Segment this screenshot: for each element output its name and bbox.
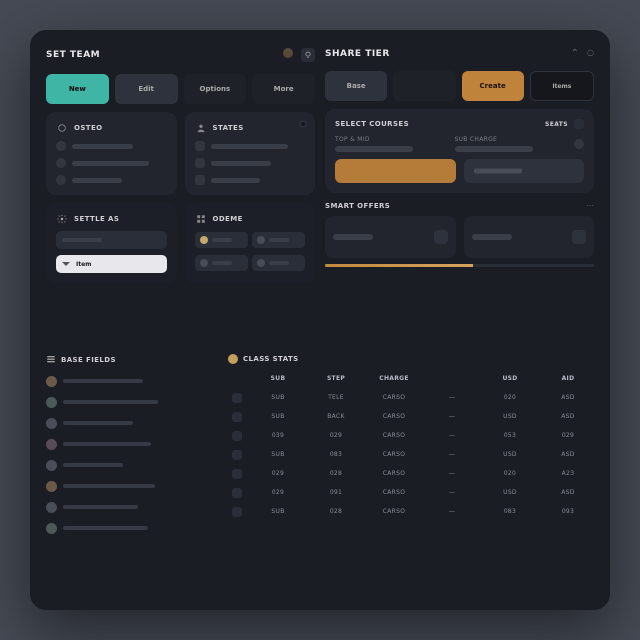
list-item[interactable] bbox=[56, 175, 167, 185]
bulb-icon[interactable] bbox=[301, 48, 315, 62]
chip-item[interactable] bbox=[195, 255, 248, 271]
list-item[interactable] bbox=[46, 458, 216, 473]
right-header: SHARE TIER ⌃ ○ bbox=[325, 48, 594, 59]
select-option[interactable] bbox=[56, 231, 167, 249]
card-settle-title: SETTLE AS bbox=[74, 215, 119, 223]
offer-card[interactable] bbox=[464, 216, 595, 258]
list-item[interactable] bbox=[46, 479, 216, 494]
card-states-title: STATES bbox=[213, 124, 244, 132]
dot-icon bbox=[200, 236, 208, 244]
app-window: SET TEAM New Edit Options More OSTEO bbox=[30, 30, 610, 610]
items-button[interactable]: Items bbox=[530, 71, 594, 101]
kv-sub: SUB CHARGE bbox=[455, 136, 567, 152]
card-courses: SELECT COURSES SEATS TOP & MID SUB CHARG… bbox=[325, 109, 594, 193]
gift-icon bbox=[195, 175, 205, 185]
card-states: STATES bbox=[185, 112, 316, 195]
dot-icon bbox=[228, 354, 238, 364]
secondary-action-button[interactable] bbox=[464, 159, 585, 183]
stats-title: CLASS STATS bbox=[243, 355, 299, 363]
list-item[interactable] bbox=[56, 141, 167, 151]
list-item[interactable] bbox=[46, 500, 216, 515]
left-panel: SET TEAM New Edit Options More OSTEO bbox=[46, 48, 315, 340]
layers-icon bbox=[434, 230, 448, 244]
card-settle: SETTLE AS Item bbox=[46, 203, 177, 283]
options-button[interactable]: Options bbox=[184, 74, 247, 104]
list-item[interactable] bbox=[195, 175, 306, 185]
grid-icon bbox=[195, 213, 207, 225]
list-item[interactable] bbox=[46, 395, 216, 410]
left-header: SET TEAM bbox=[46, 48, 315, 62]
status-dot-icon bbox=[283, 48, 293, 58]
edit-button[interactable]: Edit bbox=[115, 74, 178, 104]
select-option-active[interactable]: Item bbox=[56, 255, 167, 273]
list-item[interactable] bbox=[195, 141, 306, 151]
more-button[interactable]: More bbox=[252, 74, 315, 104]
table-area: BASE FIELDS CLASS STATS SUB STEP CHARGE bbox=[46, 354, 594, 593]
offer-card[interactable] bbox=[325, 216, 456, 258]
courses-title: SELECT COURSES bbox=[335, 120, 409, 128]
chip-item[interactable] bbox=[252, 255, 305, 271]
card-offers: SMART OFFERS ⋯ bbox=[325, 201, 594, 267]
dot-icon bbox=[257, 236, 265, 244]
dot-icon bbox=[574, 139, 584, 149]
chip-item[interactable] bbox=[252, 232, 305, 248]
list-item[interactable] bbox=[46, 521, 216, 536]
offers-title: SMART OFFERS bbox=[325, 202, 390, 210]
circle-icon bbox=[56, 122, 68, 134]
new-button[interactable]: New bbox=[46, 74, 109, 104]
table-row[interactable]: 029091CARSO—USDASD bbox=[228, 485, 594, 501]
card-odeme: ODEME bbox=[185, 203, 316, 283]
right-title: SHARE TIER bbox=[325, 49, 390, 59]
list-item[interactable] bbox=[46, 416, 216, 431]
dot-icon bbox=[257, 259, 265, 267]
circle-outline-icon[interactable]: ○ bbox=[587, 48, 594, 59]
create-button[interactable]: Create bbox=[462, 71, 524, 101]
card-osteo: OSTEO bbox=[46, 112, 177, 195]
table-row[interactable]: 029028CARSO—020A23 bbox=[228, 466, 594, 482]
base-button[interactable]: Base bbox=[325, 71, 387, 101]
list-item[interactable] bbox=[46, 374, 216, 389]
chevron-down-icon bbox=[62, 262, 70, 266]
seats-label: SEATS bbox=[545, 121, 568, 128]
card-osteo-title: OSTEO bbox=[74, 124, 103, 132]
left-button-row: New Edit Options More bbox=[46, 74, 315, 104]
table-row[interactable]: SUBTELECARSO—020ASD bbox=[228, 390, 594, 406]
table-header-row: SUB STEP CHARGE USD AID bbox=[228, 371, 594, 387]
caret-up-icon[interactable]: ⌃ bbox=[571, 48, 579, 59]
fields-title: BASE FIELDS bbox=[61, 356, 116, 364]
table-row[interactable]: SUB083CARSO—USDASD bbox=[228, 447, 594, 463]
left-title: SET TEAM bbox=[46, 50, 100, 60]
right-panel: SHARE TIER ⌃ ○ Base Create Items SELECT … bbox=[325, 48, 594, 340]
table-row[interactable]: SUB028CARSO—083093 bbox=[228, 504, 594, 520]
right-header-actions: ⌃ ○ bbox=[571, 48, 594, 59]
chip-item[interactable] bbox=[195, 232, 248, 248]
kv-top: TOP & MID bbox=[335, 136, 447, 152]
fields-list: BASE FIELDS bbox=[46, 354, 216, 593]
notification-dot-icon bbox=[299, 120, 307, 128]
left-header-actions bbox=[283, 48, 315, 62]
grid-icon[interactable] bbox=[574, 119, 584, 129]
list-item[interactable] bbox=[56, 158, 167, 168]
square-icon bbox=[195, 158, 205, 168]
blank-button[interactable] bbox=[393, 71, 455, 101]
card-odeme-title: ODEME bbox=[213, 215, 243, 223]
more-icon[interactable]: ⋯ bbox=[586, 201, 594, 210]
square-icon bbox=[195, 141, 205, 151]
user-icon bbox=[195, 122, 207, 134]
stats-table: CLASS STATS SUB STEP CHARGE USD AID SUBT… bbox=[228, 354, 594, 593]
list-icon bbox=[46, 354, 56, 366]
primary-action-button[interactable] bbox=[335, 159, 456, 183]
gear-icon bbox=[56, 213, 68, 225]
table-row[interactable]: SUBBACKCARSO—USDASD bbox=[228, 409, 594, 425]
right-button-row: Base Create Items bbox=[325, 71, 594, 101]
dot-icon bbox=[200, 259, 208, 267]
window-icon bbox=[572, 230, 586, 244]
progress-bar bbox=[325, 264, 594, 267]
list-item[interactable] bbox=[195, 158, 306, 168]
list-item[interactable] bbox=[46, 437, 216, 452]
table-row[interactable]: 039029CARSO—053029 bbox=[228, 428, 594, 444]
